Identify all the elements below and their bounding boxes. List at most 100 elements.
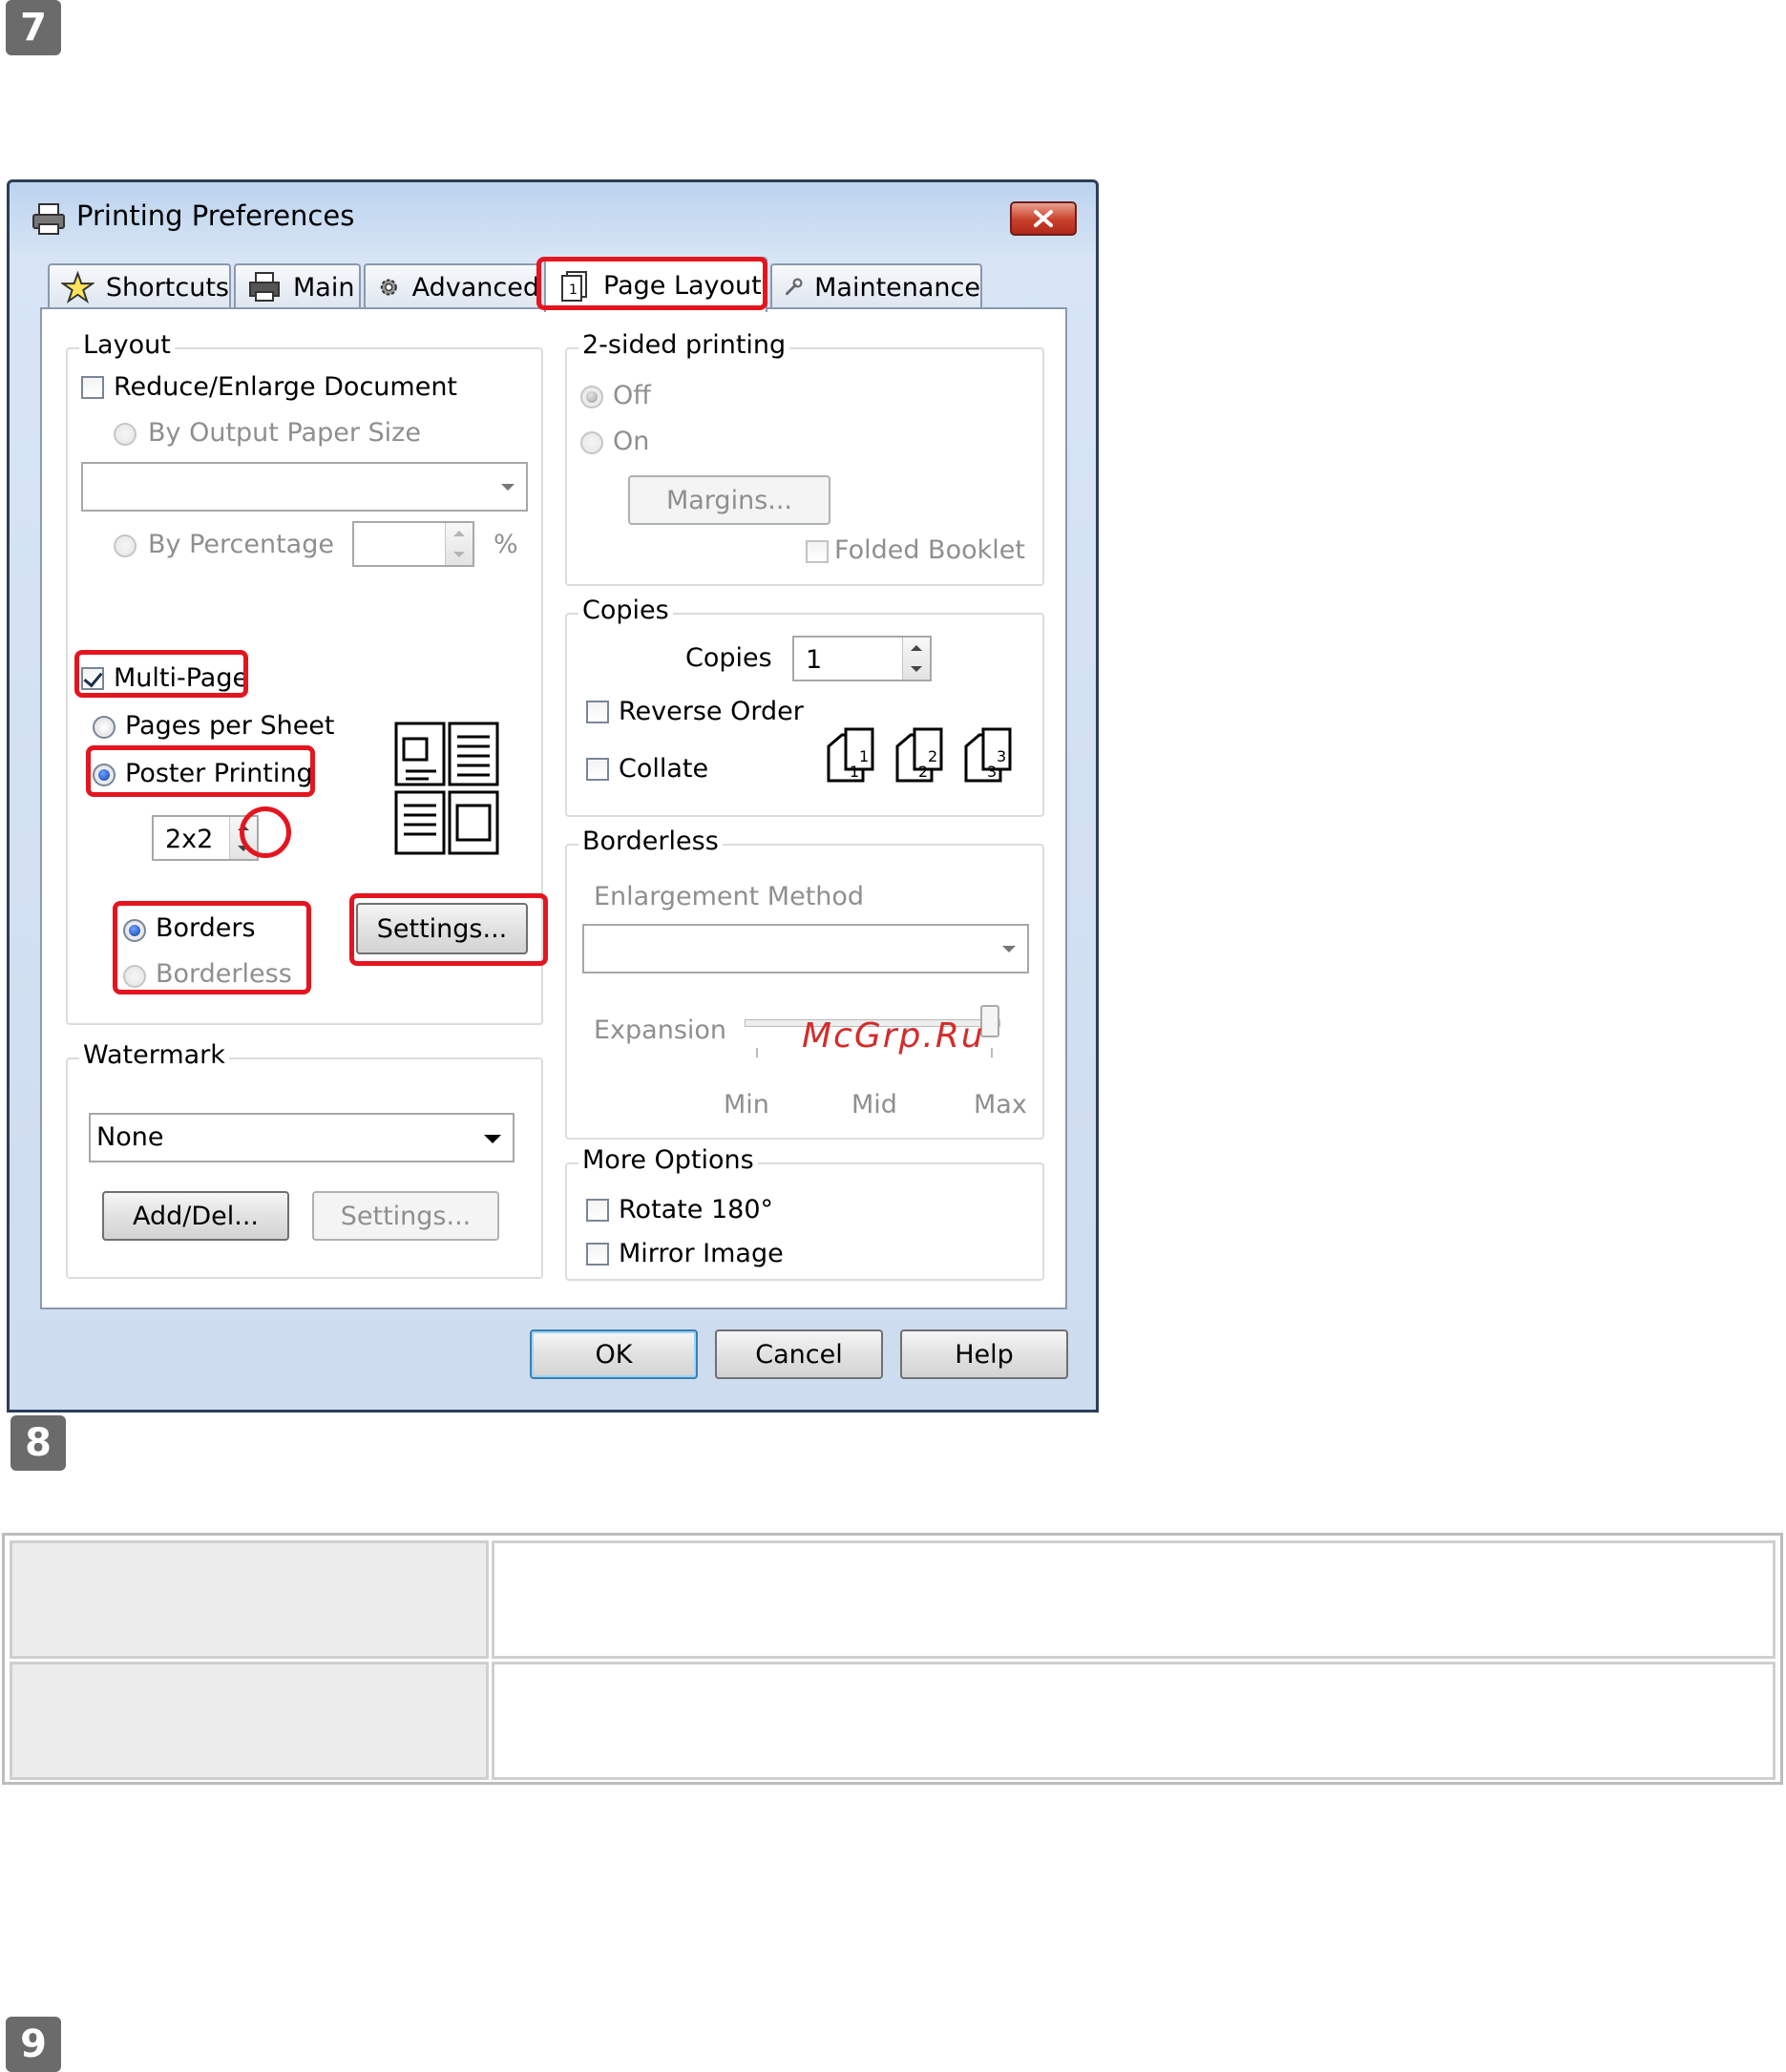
close-button[interactable] xyxy=(1010,201,1077,236)
mirror-image-checkbox[interactable] xyxy=(586,1243,609,1266)
watermark-legend: Watermark xyxy=(79,1040,229,1070)
svg-text:2: 2 xyxy=(918,763,928,781)
printer-icon xyxy=(32,203,65,235)
chevron-down-icon xyxy=(484,1135,501,1143)
gear-icon xyxy=(380,279,397,296)
poster-settings-button[interactable]: Settings... xyxy=(356,903,528,954)
table-header-cell xyxy=(10,1662,489,1780)
info-table xyxy=(2,1533,1783,1785)
two-sided-legend: 2-sided printing xyxy=(578,330,790,360)
svg-text:3: 3 xyxy=(997,747,1006,765)
close-icon xyxy=(1034,210,1053,227)
site-watermark: McGrp.Ru xyxy=(802,1016,985,1056)
star-icon xyxy=(61,270,95,304)
copies-label: Copies xyxy=(685,643,772,673)
svg-text:2: 2 xyxy=(928,747,937,765)
chevron-down-icon xyxy=(1002,946,1016,952)
watermark-group: Watermark None Add/Del... Settings... xyxy=(66,1040,543,1279)
table-header-cell xyxy=(10,1540,489,1659)
percentage-stepper[interactable] xyxy=(352,521,474,567)
collate-label: Collate xyxy=(619,754,709,784)
expansion-mid-label: Mid xyxy=(851,1090,897,1120)
spin-arrows-icon[interactable] xyxy=(902,638,930,680)
pages-per-sheet-label: Pages per Sheet xyxy=(125,711,335,741)
svg-text:1: 1 xyxy=(569,283,578,298)
enlargement-method-select[interactable] xyxy=(582,924,1029,973)
two-sided-on-label: On xyxy=(613,427,650,456)
reduce-enlarge-label: Reduce/Enlarge Document xyxy=(114,372,458,402)
two-sided-off-label: Off xyxy=(613,381,651,410)
reverse-order-checkbox[interactable] xyxy=(586,701,609,723)
borderless-radio[interactable] xyxy=(123,965,146,988)
tab-advanced[interactable]: Advanced xyxy=(364,263,541,309)
more-options-legend: More Options xyxy=(578,1145,758,1175)
layout-legend: Layout xyxy=(79,330,175,360)
two-sided-off-radio[interactable] xyxy=(580,386,603,408)
multi-page-checkbox[interactable] xyxy=(81,667,104,690)
borders-radio[interactable] xyxy=(123,919,146,942)
add-del-button[interactable]: Add/Del... xyxy=(102,1191,289,1241)
copies-value: 1 xyxy=(806,645,823,675)
tab-main[interactable]: Main xyxy=(234,263,361,309)
tab-label: Page Layout xyxy=(603,270,762,301)
tab-label: Advanced xyxy=(411,272,539,303)
output-paper-size-select[interactable] xyxy=(81,462,528,512)
copies-group: Copies Copies 1 Reverse Order Collate 11… xyxy=(565,596,1044,817)
tab-page-layout[interactable]: 1 Page Layout xyxy=(544,257,767,312)
tab-label: Main xyxy=(293,272,355,303)
expansion-min-label: Min xyxy=(724,1090,769,1120)
pages-per-sheet-radio[interactable] xyxy=(93,716,116,739)
printing-preferences-dialog: Printing Preferences Shortcuts Main Adva… xyxy=(7,179,1099,1413)
poster-size-value: 2x2 xyxy=(165,825,214,854)
margins-button[interactable]: Margins... xyxy=(628,475,830,525)
expansion-label: Expansion xyxy=(594,1015,727,1045)
percent-sign: % xyxy=(494,530,518,559)
enlargement-method-label: Enlargement Method xyxy=(594,882,865,911)
title-bar[interactable]: Printing Preferences xyxy=(10,182,1096,259)
cancel-button[interactable]: Cancel xyxy=(715,1329,883,1379)
watermark-select[interactable]: None xyxy=(89,1113,515,1162)
two-sided-on-radio[interactable] xyxy=(580,431,603,454)
ok-button[interactable]: OK xyxy=(530,1329,698,1379)
folded-booklet-checkbox[interactable] xyxy=(806,540,829,563)
wrench-icon xyxy=(785,278,803,296)
expansion-max-label: Max xyxy=(974,1090,1027,1120)
help-button[interactable]: Help xyxy=(900,1329,1068,1379)
step-badge-7: 7 xyxy=(6,0,61,55)
rotate-180-label: Rotate 180° xyxy=(619,1195,774,1224)
svg-text:1: 1 xyxy=(850,763,859,781)
two-sided-printing-group: 2-sided printing Off On Margins... Folde… xyxy=(565,330,1044,586)
tab-label: Maintenance xyxy=(814,272,980,303)
borderless-label: Borderless xyxy=(156,959,292,989)
table-cell xyxy=(492,1540,1775,1659)
by-percentage-label: By Percentage xyxy=(148,530,334,559)
poster-printing-radio[interactable] xyxy=(93,764,116,786)
step-badge-8: 8 xyxy=(11,1415,66,1471)
rotate-180-checkbox[interactable] xyxy=(586,1199,609,1222)
copies-stepper[interactable]: 1 xyxy=(792,636,932,681)
folded-booklet-label: Folded Booklet xyxy=(834,535,1025,565)
window-title: Printing Preferences xyxy=(76,199,355,232)
spin-arrows-icon[interactable] xyxy=(229,817,257,859)
chevron-down-icon xyxy=(501,484,515,491)
poster-preview-icon xyxy=(394,722,499,855)
reverse-order-label: Reverse Order xyxy=(619,697,804,726)
tab-label: Shortcuts xyxy=(105,272,229,303)
reduce-enlarge-checkbox[interactable] xyxy=(81,376,104,399)
tab-shortcuts[interactable]: Shortcuts xyxy=(48,263,231,309)
expansion-tick xyxy=(991,1048,993,1057)
tab-maintenance[interactable]: Maintenance xyxy=(770,263,982,309)
by-percentage-radio[interactable] xyxy=(114,534,137,557)
poster-size-stepper[interactable]: 2x2 xyxy=(152,815,259,861)
collate-checkbox[interactable] xyxy=(586,758,609,781)
step-badge-9: 9 xyxy=(6,2017,61,2072)
svg-text:1: 1 xyxy=(859,747,869,765)
watermark-settings-button[interactable]: Settings... xyxy=(312,1191,499,1241)
printer-icon xyxy=(249,272,280,302)
expansion-tick xyxy=(756,1048,758,1057)
multi-page-label: Multi-Page xyxy=(114,663,249,693)
watermark-value: None xyxy=(96,1122,164,1152)
by-output-paper-size-label: By Output Paper Size xyxy=(148,418,421,448)
spin-arrows-icon[interactable] xyxy=(445,523,473,565)
by-output-paper-size-radio[interactable] xyxy=(114,423,137,446)
